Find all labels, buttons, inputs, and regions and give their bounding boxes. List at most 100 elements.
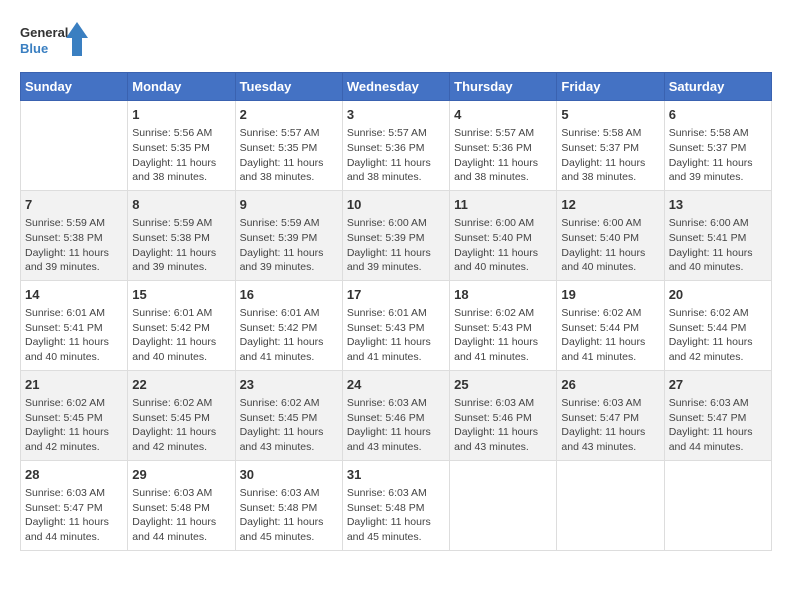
cell-content: Sunrise: 6:02 AMSunset: 5:45 PMDaylight:…	[240, 396, 338, 455]
day-number: 2	[240, 106, 338, 124]
calendar-table: SundayMondayTuesdayWednesdayThursdayFrid…	[20, 72, 772, 551]
cell-content: Sunrise: 5:57 AMSunset: 5:35 PMDaylight:…	[240, 126, 338, 185]
day-number: 12	[561, 196, 659, 214]
week-row-3: 21Sunrise: 6:02 AMSunset: 5:45 PMDayligh…	[21, 370, 772, 460]
day-number: 26	[561, 376, 659, 394]
calendar-cell: 8 Sunrise: 5:59 AMSunset: 5:38 PMDaylight…	[128, 190, 235, 280]
cell-content: Sunrise: 5:59 AMSunset: 5:38 PMDaylight:…	[25, 216, 123, 275]
day-number: 13	[669, 196, 767, 214]
day-number: 1	[132, 106, 230, 124]
calendar-cell: 7 Sunrise: 5:59 AMSunset: 5:38 PMDaylight…	[21, 190, 128, 280]
cell-content: Sunrise: 6:02 AMSunset: 5:43 PMDaylight:…	[454, 306, 552, 365]
day-number: 9	[240, 196, 338, 214]
calendar-cell: 16 Sunrise: 6:01 AMSunset: 5:42 PMDayligh…	[235, 280, 342, 370]
day-number: 29	[132, 466, 230, 484]
cell-content: Sunrise: 6:03 AMSunset: 5:48 PMDaylight:…	[240, 486, 338, 545]
day-number: 7	[25, 196, 123, 214]
day-number: 8	[132, 196, 230, 214]
cell-content: Sunrise: 6:03 AMSunset: 5:46 PMDaylight:…	[347, 396, 445, 455]
cell-content: Sunrise: 5:57 AMSunset: 5:36 PMDaylight:…	[347, 126, 445, 185]
cell-content: Sunrise: 5:59 AMSunset: 5:38 PMDaylight:…	[132, 216, 230, 275]
logo-svg: General Blue	[20, 20, 90, 60]
cell-content: Sunrise: 6:03 AMSunset: 5:47 PMDaylight:…	[561, 396, 659, 455]
calendar-cell: 6 Sunrise: 5:58 AMSunset: 5:37 PMDaylight…	[664, 101, 771, 191]
calendar-cell	[664, 460, 771, 550]
calendar-cell: 10 Sunrise: 6:00 AMSunset: 5:39 PMDayligh…	[342, 190, 449, 280]
cell-content: Sunrise: 6:02 AMSunset: 5:44 PMDaylight:…	[669, 306, 767, 365]
cell-content: Sunrise: 5:58 AMSunset: 5:37 PMDaylight:…	[561, 126, 659, 185]
calendar-cell: 9 Sunrise: 5:59 AMSunset: 5:39 PMDaylight…	[235, 190, 342, 280]
header-cell-friday: Friday	[557, 73, 664, 101]
day-number: 10	[347, 196, 445, 214]
calendar-cell: 25Sunrise: 6:03 AMSunset: 5:46 PMDayligh…	[450, 370, 557, 460]
cell-content: Sunrise: 6:01 AMSunset: 5:42 PMDaylight:…	[240, 306, 338, 365]
day-number: 3	[347, 106, 445, 124]
week-row-1: 7 Sunrise: 5:59 AMSunset: 5:38 PMDaylight…	[21, 190, 772, 280]
cell-content: Sunrise: 6:03 AMSunset: 5:47 PMDaylight:…	[669, 396, 767, 455]
calendar-cell: 4 Sunrise: 5:57 AMSunset: 5:36 PMDaylight…	[450, 101, 557, 191]
day-number: 20	[669, 286, 767, 304]
header-cell-saturday: Saturday	[664, 73, 771, 101]
cell-content: Sunrise: 6:03 AMSunset: 5:48 PMDaylight:…	[132, 486, 230, 545]
day-number: 6	[669, 106, 767, 124]
calendar-cell: 24 Sunrise: 6:03 AMSunset: 5:46 PMDayligh…	[342, 370, 449, 460]
cell-content: Sunrise: 5:57 AMSunset: 5:36 PMDaylight:…	[454, 126, 552, 185]
calendar-cell: 13 Sunrise: 6:00 AMSunset: 5:41 PMDayligh…	[664, 190, 771, 280]
calendar-cell: 2 Sunrise: 5:57 AMSunset: 5:35 PMDaylight…	[235, 101, 342, 191]
day-number: 31	[347, 466, 445, 484]
cell-content: Sunrise: 6:03 AMSunset: 5:48 PMDaylight:…	[347, 486, 445, 545]
day-number: 5	[561, 106, 659, 124]
cell-content: Sunrise: 6:01 AMSunset: 5:41 PMDaylight:…	[25, 306, 123, 365]
calendar-cell: 29 Sunrise: 6:03 AMSunset: 5:48 PMDayligh…	[128, 460, 235, 550]
day-number: 30	[240, 466, 338, 484]
week-row-4: 28 Sunrise: 6:03 AMSunset: 5:47 PMDayligh…	[21, 460, 772, 550]
calendar-cell: 27 Sunrise: 6:03 AMSunset: 5:47 PMDayligh…	[664, 370, 771, 460]
calendar-cell: 5 Sunrise: 5:58 AMSunset: 5:37 PMDaylight…	[557, 101, 664, 191]
cell-content: Sunrise: 6:02 AMSunset: 5:45 PMDaylight:…	[25, 396, 123, 455]
calendar-cell: 17 Sunrise: 6:01 AMSunset: 5:43 PMDayligh…	[342, 280, 449, 370]
logo: General Blue	[20, 20, 90, 60]
day-number: 16	[240, 286, 338, 304]
day-number: 11	[454, 196, 552, 214]
cell-content: Sunrise: 5:59 AMSunset: 5:39 PMDaylight:…	[240, 216, 338, 275]
cell-content: Sunrise: 6:02 AMSunset: 5:45 PMDaylight:…	[132, 396, 230, 455]
week-row-2: 14 Sunrise: 6:01 AMSunset: 5:41 PMDayligh…	[21, 280, 772, 370]
cell-content: Sunrise: 6:00 AMSunset: 5:41 PMDaylight:…	[669, 216, 767, 275]
calendar-cell: 22 Sunrise: 6:02 AMSunset: 5:45 PMDayligh…	[128, 370, 235, 460]
day-number: 22	[132, 376, 230, 394]
day-number: 24	[347, 376, 445, 394]
day-number: 15	[132, 286, 230, 304]
cell-content: Sunrise: 6:00 AMSunset: 5:40 PMDaylight:…	[454, 216, 552, 275]
calendar-cell: 11 Sunrise: 6:00 AMSunset: 5:40 PMDayligh…	[450, 190, 557, 280]
day-number: 28	[25, 466, 123, 484]
cell-content: Sunrise: 6:03 AMSunset: 5:47 PMDaylight:…	[25, 486, 123, 545]
calendar-cell: 18 Sunrise: 6:02 AMSunset: 5:43 PMDayligh…	[450, 280, 557, 370]
calendar-cell: 23 Sunrise: 6:02 AMSunset: 5:45 PMDayligh…	[235, 370, 342, 460]
calendar-cell: 21Sunrise: 6:02 AMSunset: 5:45 PMDayligh…	[21, 370, 128, 460]
cell-content: Sunrise: 5:58 AMSunset: 5:37 PMDaylight:…	[669, 126, 767, 185]
header-row: SundayMondayTuesdayWednesdayThursdayFrid…	[21, 73, 772, 101]
calendar-cell: 1Sunrise: 5:56 AMSunset: 5:35 PMDaylight…	[128, 101, 235, 191]
calendar-cell: 31 Sunrise: 6:03 AMSunset: 5:48 PMDayligh…	[342, 460, 449, 550]
day-number: 17	[347, 286, 445, 304]
cell-content: Sunrise: 6:01 AMSunset: 5:43 PMDaylight:…	[347, 306, 445, 365]
header-cell-tuesday: Tuesday	[235, 73, 342, 101]
calendar-cell: 19 Sunrise: 6:02 AMSunset: 5:44 PMDayligh…	[557, 280, 664, 370]
day-number: 23	[240, 376, 338, 394]
header: General Blue	[20, 20, 772, 60]
day-number: 4	[454, 106, 552, 124]
day-number: 19	[561, 286, 659, 304]
calendar-cell	[21, 101, 128, 191]
week-row-0: 1Sunrise: 5:56 AMSunset: 5:35 PMDaylight…	[21, 101, 772, 191]
cell-content: Sunrise: 6:02 AMSunset: 5:44 PMDaylight:…	[561, 306, 659, 365]
day-number: 18	[454, 286, 552, 304]
cell-content: Sunrise: 6:01 AMSunset: 5:42 PMDaylight:…	[132, 306, 230, 365]
cell-content: Sunrise: 6:00 AMSunset: 5:39 PMDaylight:…	[347, 216, 445, 275]
calendar-cell	[450, 460, 557, 550]
day-number: 14	[25, 286, 123, 304]
calendar-cell: 3 Sunrise: 5:57 AMSunset: 5:36 PMDaylight…	[342, 101, 449, 191]
calendar-cell: 14 Sunrise: 6:01 AMSunset: 5:41 PMDayligh…	[21, 280, 128, 370]
day-number: 27	[669, 376, 767, 394]
calendar-cell	[557, 460, 664, 550]
header-cell-monday: Monday	[128, 73, 235, 101]
